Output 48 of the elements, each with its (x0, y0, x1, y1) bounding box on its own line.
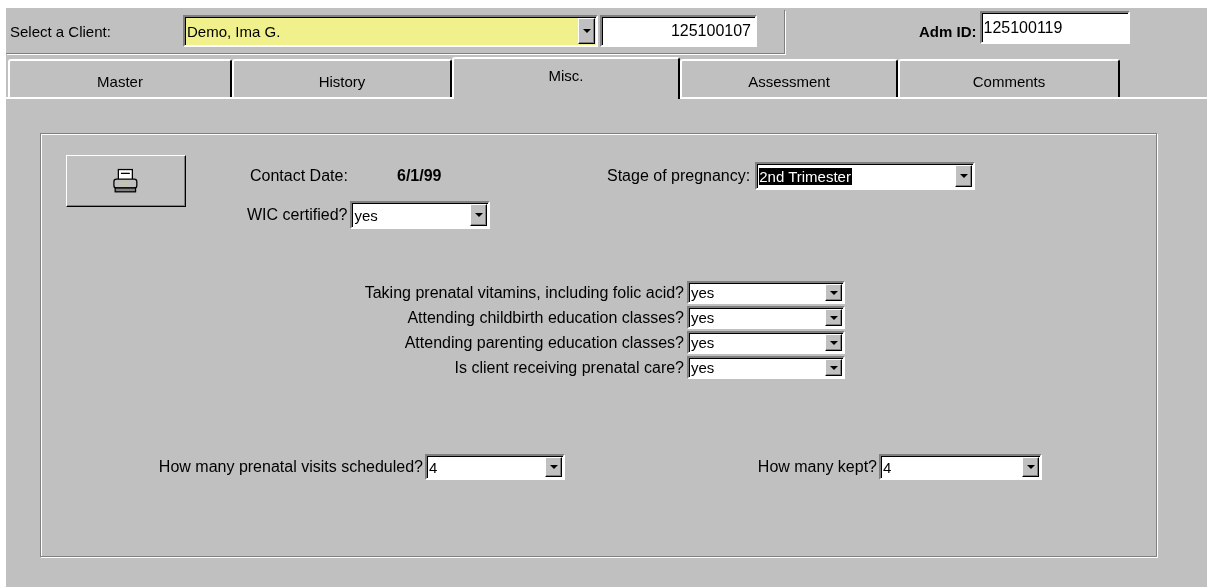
field-label: Stage of pregnancy: (607, 167, 751, 185)
field-label: Select a Client: (10, 22, 112, 40)
caret-icon (474, 213, 483, 217)
contact-date: 6/1/99 (397, 167, 443, 185)
caret-icon (1026, 465, 1035, 469)
tab[interactable]: Master (8, 59, 232, 97)
dropdown-field[interactable]: 2nd Trimester (755, 162, 976, 190)
print-button[interactable] (66, 155, 186, 207)
dropdown-button[interactable] (545, 457, 562, 477)
dropdown-button[interactable] (825, 309, 842, 326)
tab[interactable]: Misc. (452, 57, 680, 99)
dropdown-button[interactable] (470, 204, 488, 226)
field-label: How many kept? (756, 458, 878, 476)
field-label: Adm ID: (919, 23, 977, 40)
admission-id-field[interactable]: 125100119 (979, 11, 1130, 44)
caret-icon (829, 365, 838, 370)
dropdown-button[interactable] (955, 165, 973, 187)
dropdown-field[interactable]: Demo, Ima G. (183, 15, 598, 47)
field-label: How many prenatal visits scheduled? (157, 458, 424, 476)
question-label: Taking prenatal vitamins, including folic acid? (363, 283, 685, 302)
question-label: Attending childbirth education classes? (406, 308, 685, 327)
client-id-field[interactable]: 125100107 (600, 15, 757, 47)
dropdown-button[interactable] (825, 284, 842, 301)
dropdown-field[interactable]: yes (687, 356, 845, 379)
caret-icon (959, 174, 968, 178)
printer-icon (112, 168, 140, 194)
question-label: Is client receiving prenatal care? (453, 358, 685, 377)
dropdown-button[interactable] (825, 334, 842, 351)
dropdown-field[interactable]: yes (687, 306, 845, 329)
question-label: Attending parenting education classes? (403, 333, 685, 352)
dropdown-button[interactable] (825, 359, 842, 376)
tab[interactable]: History (232, 59, 452, 97)
caret-icon (549, 465, 558, 469)
field-label: WIC certified? (247, 206, 348, 224)
caret-icon (829, 315, 838, 320)
caret-icon (829, 290, 838, 295)
tab[interactable]: Assessment (680, 59, 898, 97)
dropdown-button[interactable] (578, 18, 595, 44)
caret-icon (582, 29, 591, 33)
tab[interactable]: Comments (898, 59, 1120, 97)
dropdown-field[interactable]: 4 (425, 454, 565, 480)
field-label: Contact Date: (250, 167, 349, 185)
dropdown-field[interactable]: yes (687, 331, 845, 354)
caret-icon (829, 340, 838, 345)
dropdown-field[interactable]: yes (687, 281, 845, 304)
dropdown-button[interactable] (1022, 457, 1039, 477)
dropdown-field[interactable]: yes (350, 201, 491, 229)
dropdown-field[interactable]: 4 (879, 454, 1042, 480)
